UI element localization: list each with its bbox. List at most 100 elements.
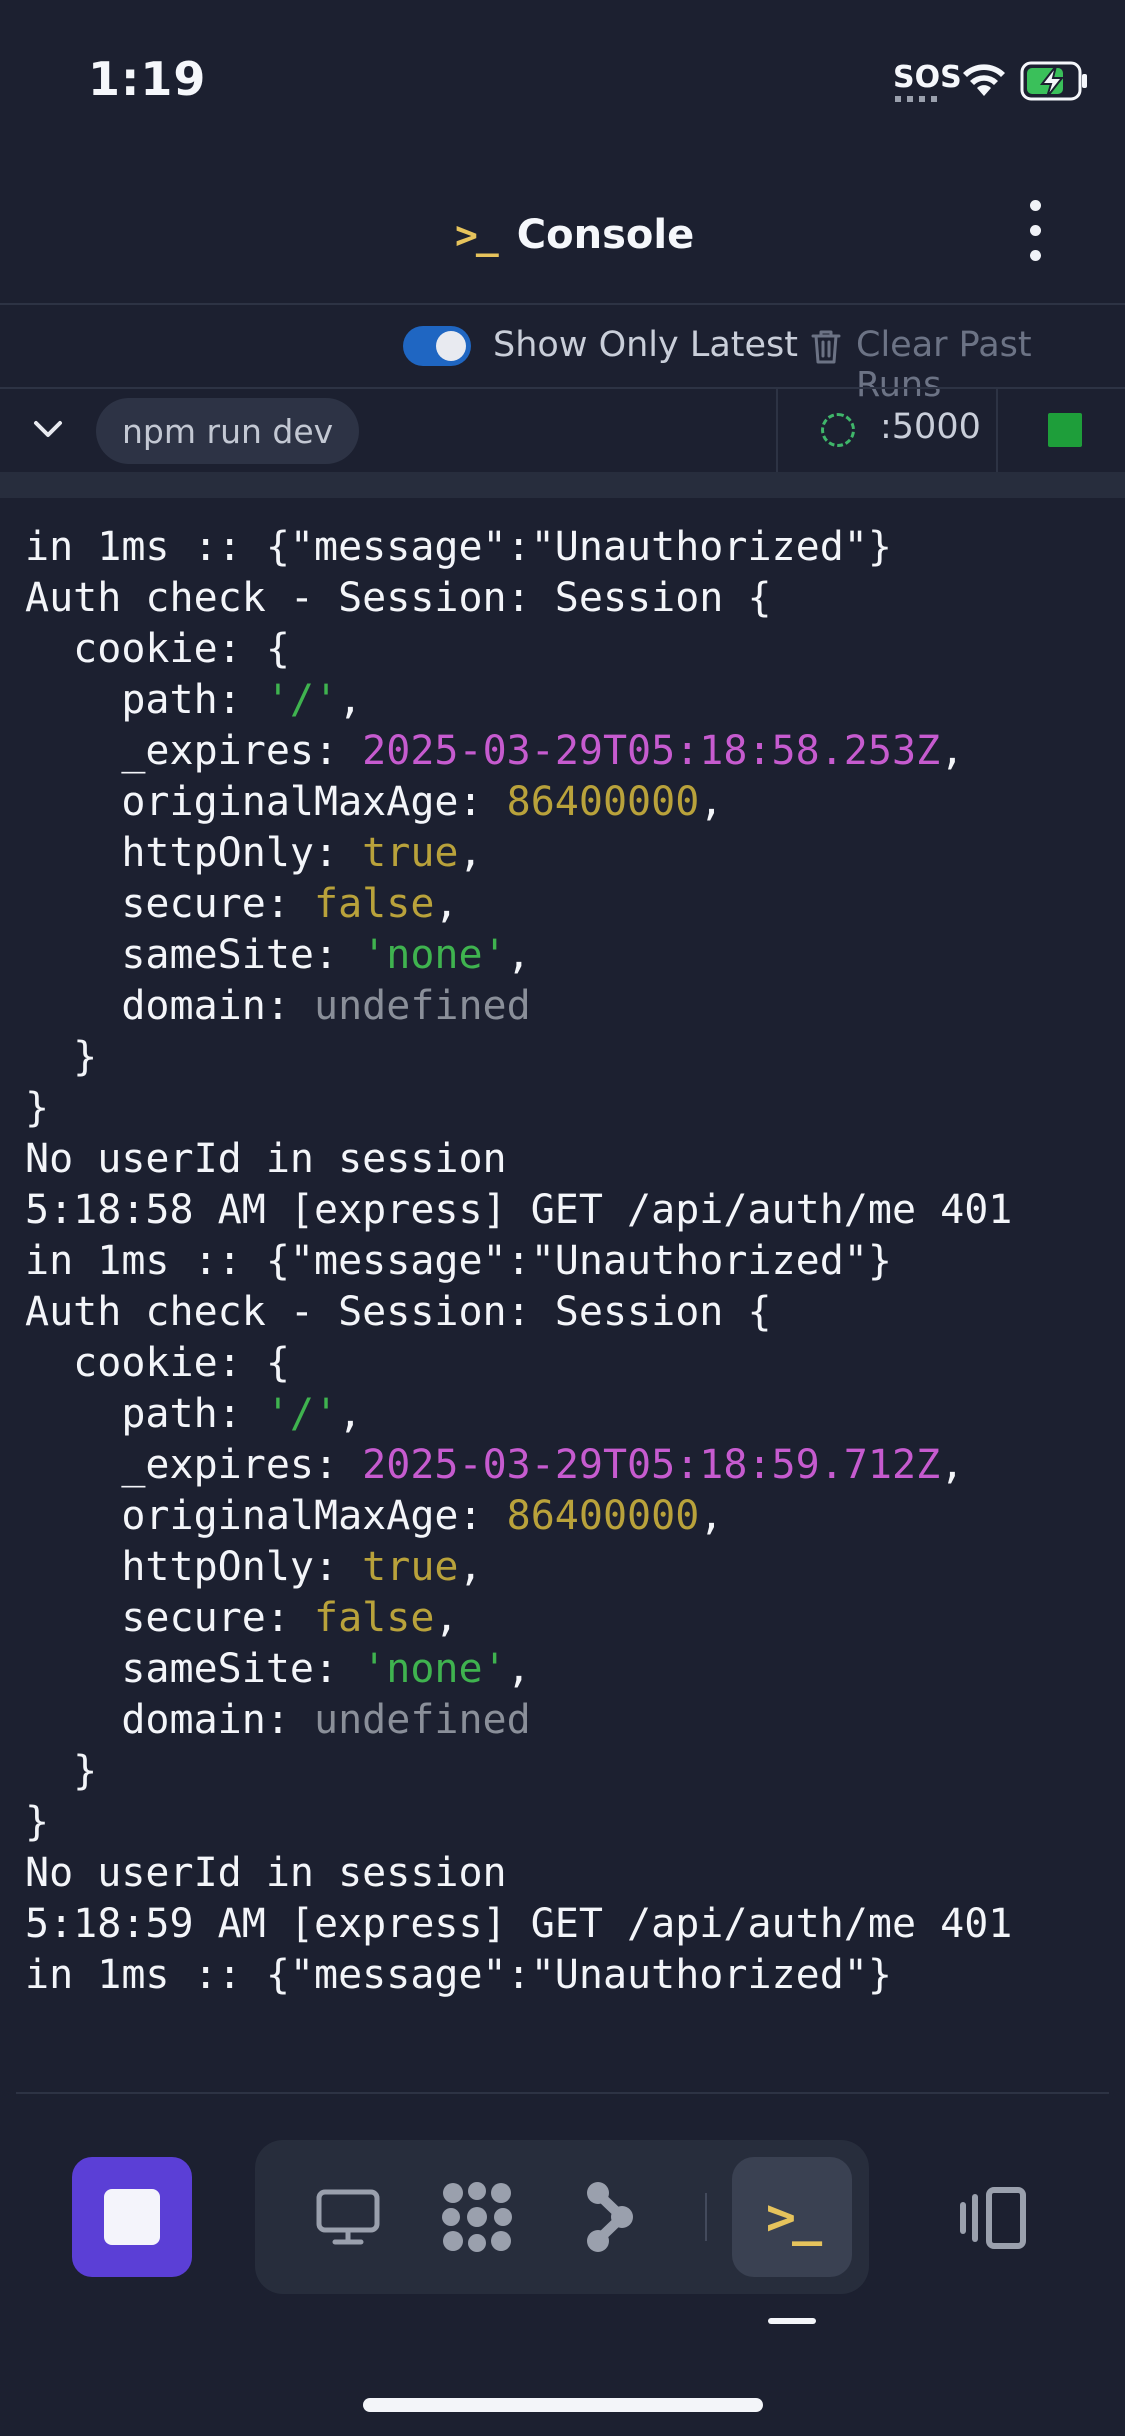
git-branch-icon (587, 2182, 633, 2252)
console-line: sameSite: 'none', (25, 930, 1115, 981)
console-text-segment: } (25, 1799, 50, 1845)
console-text-segment: } (25, 1085, 50, 1131)
console-line: _expires: 2025-03-29T05:18:58.253Z, (25, 726, 1115, 777)
console-text-segment: Auth check - Session: Session { (25, 1289, 772, 1335)
running-status-icon[interactable] (1048, 413, 1082, 447)
console-text-segment: , (338, 1391, 363, 1437)
trash-icon[interactable] (810, 329, 842, 365)
more-options-icon[interactable] (1020, 200, 1050, 266)
console-line: httpOnly: true, (25, 828, 1115, 879)
bottom-divider (16, 2092, 1109, 2094)
webview-tab[interactable] (288, 2157, 408, 2277)
bottom-tab-bar: >_ (255, 2140, 869, 2294)
console-line: secure: false, (25, 1593, 1115, 1644)
console-text-segment: sameSite: (25, 1646, 363, 1692)
console-text-segment: _expires: (25, 728, 363, 774)
split-view-icon[interactable] (955, 2185, 1029, 2251)
console-line: No userId in session (25, 1134, 1115, 1185)
console-text-segment: , (940, 1442, 965, 1488)
console-text-segment: , (434, 1595, 459, 1641)
console-line: } (25, 1797, 1115, 1848)
console-line: originalMaxAge: 86400000, (25, 777, 1115, 828)
console-text-segment: path: (25, 677, 266, 723)
tab-divider (705, 2193, 707, 2241)
header: >_ Console (0, 160, 1125, 303)
console-line: _expires: 2025-03-29T05:18:59.712Z, (25, 1440, 1115, 1491)
console-text-segment: originalMaxAge: (25, 779, 507, 825)
console-text-segment: secure: (25, 881, 314, 927)
console-tab[interactable]: >_ (732, 2157, 852, 2277)
console-line: secure: false, (25, 879, 1115, 930)
chevron-down-icon[interactable] (30, 411, 66, 447)
console-text-segment: , (699, 779, 724, 825)
console-text-segment: domain: (25, 1697, 314, 1743)
stop-button[interactable] (72, 2157, 192, 2277)
console-text-segment: httpOnly: (25, 1544, 363, 1590)
toggle-knob (436, 331, 466, 361)
header-title-group: >_ Console (455, 205, 694, 265)
console-text-segment: 86400000 (506, 779, 700, 825)
console-output[interactable]: in 1ms :: {"message":"Unauthorized"} Auth… (25, 522, 1115, 2082)
console-text-segment: domain: (25, 983, 314, 1029)
console-line: No userId in session (25, 1848, 1115, 1899)
console-line: originalMaxAge: 86400000, (25, 1491, 1115, 1542)
console-line: } (25, 1746, 1115, 1797)
console-line: sameSite: 'none', (25, 1644, 1115, 1695)
console-text-segment: 5:18:58 AM [express] GET /api/auth/me 40… (25, 1187, 1013, 1233)
output-scroll-header (0, 472, 1125, 498)
run-command-pill[interactable]: npm run dev (96, 398, 360, 464)
console-text-segment: , (458, 830, 483, 876)
port-loading-icon (821, 413, 855, 447)
git-tab[interactable] (548, 2157, 668, 2277)
console-text-segment: false (313, 1595, 435, 1641)
console-text-segment: 2025-03-29T05:18:59.712Z (362, 1442, 941, 1488)
console-line: Auth check - Session: Session { (25, 573, 1115, 624)
console-line: cookie: { (25, 1338, 1115, 1389)
console-text-segment: 'none' (362, 1646, 507, 1692)
console-tab-icon: >_ (765, 2188, 822, 2246)
console-text-segment: true (362, 1544, 459, 1590)
status-bar: 1:19 SOS (0, 0, 1125, 160)
cellular-dots-icon (895, 96, 941, 102)
console-line: path: '/', (25, 1389, 1115, 1440)
stop-icon (104, 2189, 160, 2245)
console-text-segment: '/' (265, 677, 339, 723)
page-title: Console (516, 212, 695, 258)
run-bar: npm run dev :5000 (0, 389, 1125, 472)
port-label[interactable]: :5000 (880, 407, 981, 447)
console-line: in 1ms :: {"message":"Unauthorized"} (25, 522, 1115, 573)
console-text-segment: httpOnly: (25, 830, 363, 876)
console-text-segment: , (338, 677, 363, 723)
console-text-segment: undefined (313, 1697, 531, 1743)
console-line: cookie: { (25, 624, 1115, 675)
console-line: in 1ms :: {"message":"Unauthorized"} (25, 1236, 1115, 1287)
show-only-latest-toggle[interactable] (403, 326, 471, 366)
console-text-segment: 2025-03-29T05:18:58.253Z (362, 728, 941, 774)
console-text-segment: in 1ms :: {"message":"Unauthorized"} (25, 524, 892, 570)
wifi-icon (963, 64, 1005, 96)
battery-charging-icon (1020, 61, 1087, 101)
console-text-segment: , (506, 932, 531, 978)
active-tab-indicator (768, 2318, 816, 2324)
console-line: 5:18:59 AM [express] GET /api/auth/me 40… (25, 1899, 1115, 1950)
workflows-tab[interactable] (417, 2157, 537, 2277)
show-only-latest-label: Show Only Latest (493, 325, 799, 365)
runbar-divider (996, 389, 998, 472)
console-text-segment: true (362, 830, 459, 876)
console-line: } (25, 1032, 1115, 1083)
console-text-segment: } (25, 1748, 98, 1794)
console-text-segment: 'none' (362, 932, 507, 978)
console-line: domain: undefined (25, 981, 1115, 1032)
home-indicator[interactable] (363, 2398, 763, 2412)
console-text-segment: cookie: { (25, 1340, 290, 1386)
console-text-segment: undefined (313, 983, 531, 1029)
console-line: httpOnly: true, (25, 1542, 1115, 1593)
console-text-segment: 86400000 (506, 1493, 700, 1539)
console-text-segment: originalMaxAge: (25, 1493, 507, 1539)
console-text-segment: '/' (265, 1391, 339, 1437)
console-screen: 1:19 SOS >_ Console Show Only Latest Cle… (0, 0, 1125, 2436)
console-text-segment: No userId in session (25, 1136, 507, 1182)
console-line: domain: undefined (25, 1695, 1115, 1746)
console-line: 5:18:58 AM [express] GET /api/auth/me 40… (25, 1185, 1115, 1236)
console-text-segment: 5:18:59 AM [express] GET /api/auth/me 40… (25, 1901, 1013, 1947)
